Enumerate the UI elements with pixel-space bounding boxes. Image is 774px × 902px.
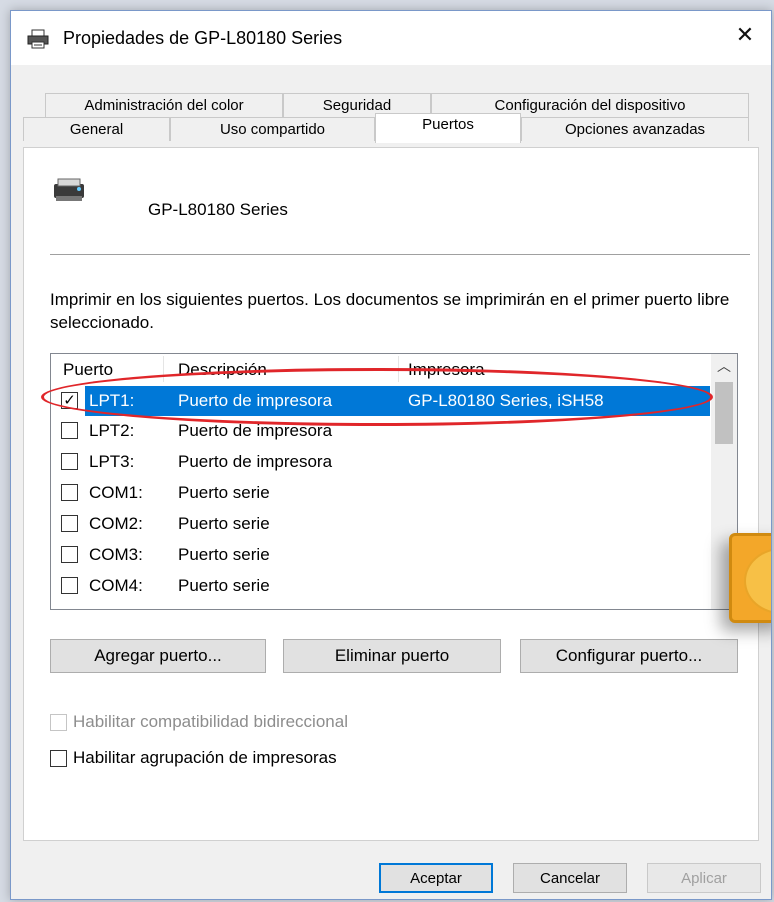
port-name: COM4: bbox=[89, 576, 143, 595]
tab-label: Seguridad bbox=[322, 97, 392, 114]
scroll-up-icon[interactable]: ︿ bbox=[711, 354, 737, 378]
port-checkbox[interactable] bbox=[61, 577, 78, 594]
button-label: Configurar puerto... bbox=[555, 646, 703, 665]
port-description: Puerto serie bbox=[178, 514, 270, 533]
port-checkbox[interactable]: ✓ bbox=[61, 392, 78, 409]
port-printer: GP-L80180 Series, iSH58 bbox=[408, 391, 604, 410]
table-row[interactable]: LPT3: Puerto de impresora bbox=[51, 447, 711, 477]
button-label: Aceptar bbox=[410, 869, 462, 887]
button-label: Agregar puerto... bbox=[94, 646, 222, 665]
port-description: Puerto serie bbox=[178, 545, 270, 564]
tab-label: Uso compartido bbox=[219, 121, 326, 138]
tab-general[interactable]: General bbox=[23, 117, 170, 141]
dialog-body: Administración del color Seguridad Confi… bbox=[11, 65, 771, 899]
tab-color-management[interactable]: Administración del color bbox=[45, 93, 283, 117]
port-description: Puerto de impresora bbox=[178, 452, 333, 471]
add-port-button[interactable]: Agregar puerto... bbox=[50, 639, 266, 673]
table-row[interactable]: COM1: Puerto serie bbox=[51, 478, 711, 508]
table-row[interactable]: LPT2: Puerto de impresora bbox=[51, 416, 711, 446]
printer-properties-dialog: Propiedades de GP-L80180 Series ✕ Admini… bbox=[10, 10, 772, 900]
delete-port-button[interactable]: Eliminar puerto bbox=[283, 639, 501, 673]
printer-name: GP-L80180 Series bbox=[148, 200, 288, 219]
port-name: COM1: bbox=[89, 483, 143, 502]
bidirectional-label: Habilitar compatibilidad bidireccional bbox=[73, 712, 348, 731]
floating-widget[interactable] bbox=[729, 533, 771, 623]
port-checkbox[interactable] bbox=[61, 484, 78, 501]
scroll-thumb[interactable] bbox=[715, 382, 733, 444]
tab-label: Opciones avanzadas bbox=[564, 121, 706, 138]
port-checkbox[interactable] bbox=[61, 546, 78, 563]
close-icon: ✕ bbox=[735, 22, 755, 47]
port-name: LPT1: bbox=[89, 391, 135, 410]
port-name: LPT2: bbox=[89, 421, 135, 440]
port-name: COM2: bbox=[89, 514, 143, 533]
pooling-label: Habilitar agrupación de impresoras bbox=[73, 748, 337, 767]
tab-label: Administración del color bbox=[84, 97, 244, 114]
port-description: Puerto serie bbox=[178, 483, 270, 502]
table-row[interactable]: ✓ LPT1: Puerto de impresora GP-L80180 Se… bbox=[51, 386, 711, 416]
close-button[interactable]: ✕ bbox=[719, 11, 771, 59]
window-title: Propiedades de GP-L80180 Series bbox=[63, 28, 343, 48]
table-row[interactable]: COM2: Puerto serie bbox=[51, 509, 711, 539]
button-label: Aplicar bbox=[681, 869, 727, 887]
column-divider bbox=[398, 356, 399, 382]
printer-icon bbox=[54, 178, 84, 201]
port-description: Puerto de impresora bbox=[178, 391, 333, 410]
port-checkbox[interactable] bbox=[61, 515, 78, 532]
ports-panel: GP-L80180 Series Imprimir en los siguien… bbox=[23, 147, 759, 841]
table-row[interactable]: COM3: Puerto serie bbox=[51, 540, 711, 570]
column-header-description[interactable]: Descripción bbox=[178, 360, 267, 380]
port-name: COM3: bbox=[89, 545, 143, 564]
port-checkbox[interactable] bbox=[61, 453, 78, 470]
port-description: Puerto de impresora bbox=[178, 421, 333, 440]
separator bbox=[50, 254, 750, 255]
tab-advanced[interactable]: Opciones avanzadas bbox=[521, 117, 749, 141]
tab-ports[interactable]: Puertos bbox=[375, 113, 521, 143]
port-checkbox[interactable] bbox=[61, 422, 78, 439]
port-name: LPT3: bbox=[89, 452, 135, 471]
cancel-button[interactable]: Cancelar bbox=[513, 863, 627, 893]
button-label: Eliminar puerto bbox=[334, 646, 450, 665]
tab-label: General bbox=[69, 121, 124, 138]
ports-list[interactable]: Puerto Descripción Impresora ✓ LPT1: Pue… bbox=[50, 353, 738, 610]
table-row[interactable]: COM4: Puerto serie bbox=[51, 571, 711, 601]
title-bar: Propiedades de GP-L80180 Series ✕ bbox=[11, 11, 771, 65]
apply-button[interactable]: Aplicar bbox=[647, 863, 761, 893]
column-header-port[interactable]: Puerto bbox=[63, 360, 113, 380]
column-header-printer[interactable]: Impresora bbox=[408, 360, 485, 380]
bidirectional-checkbox[interactable] bbox=[50, 714, 67, 731]
tab-label: Puertos bbox=[422, 116, 474, 133]
pooling-checkbox[interactable] bbox=[50, 750, 67, 767]
printer-icon bbox=[27, 29, 49, 49]
list-header: Puerto Descripción Impresora bbox=[51, 354, 711, 384]
widget-circle bbox=[744, 548, 771, 614]
configure-port-button[interactable]: Configurar puerto... bbox=[520, 639, 738, 673]
column-divider bbox=[163, 356, 164, 382]
tab-sharing[interactable]: Uso compartido bbox=[170, 117, 375, 141]
button-label: Cancelar bbox=[539, 869, 601, 887]
ok-button[interactable]: Aceptar bbox=[379, 863, 493, 893]
tab-label: Configuración del dispositivo bbox=[494, 97, 686, 114]
ports-description: Imprimir en los siguientes puertos. Los … bbox=[50, 290, 730, 332]
port-description: Puerto serie bbox=[178, 576, 270, 595]
